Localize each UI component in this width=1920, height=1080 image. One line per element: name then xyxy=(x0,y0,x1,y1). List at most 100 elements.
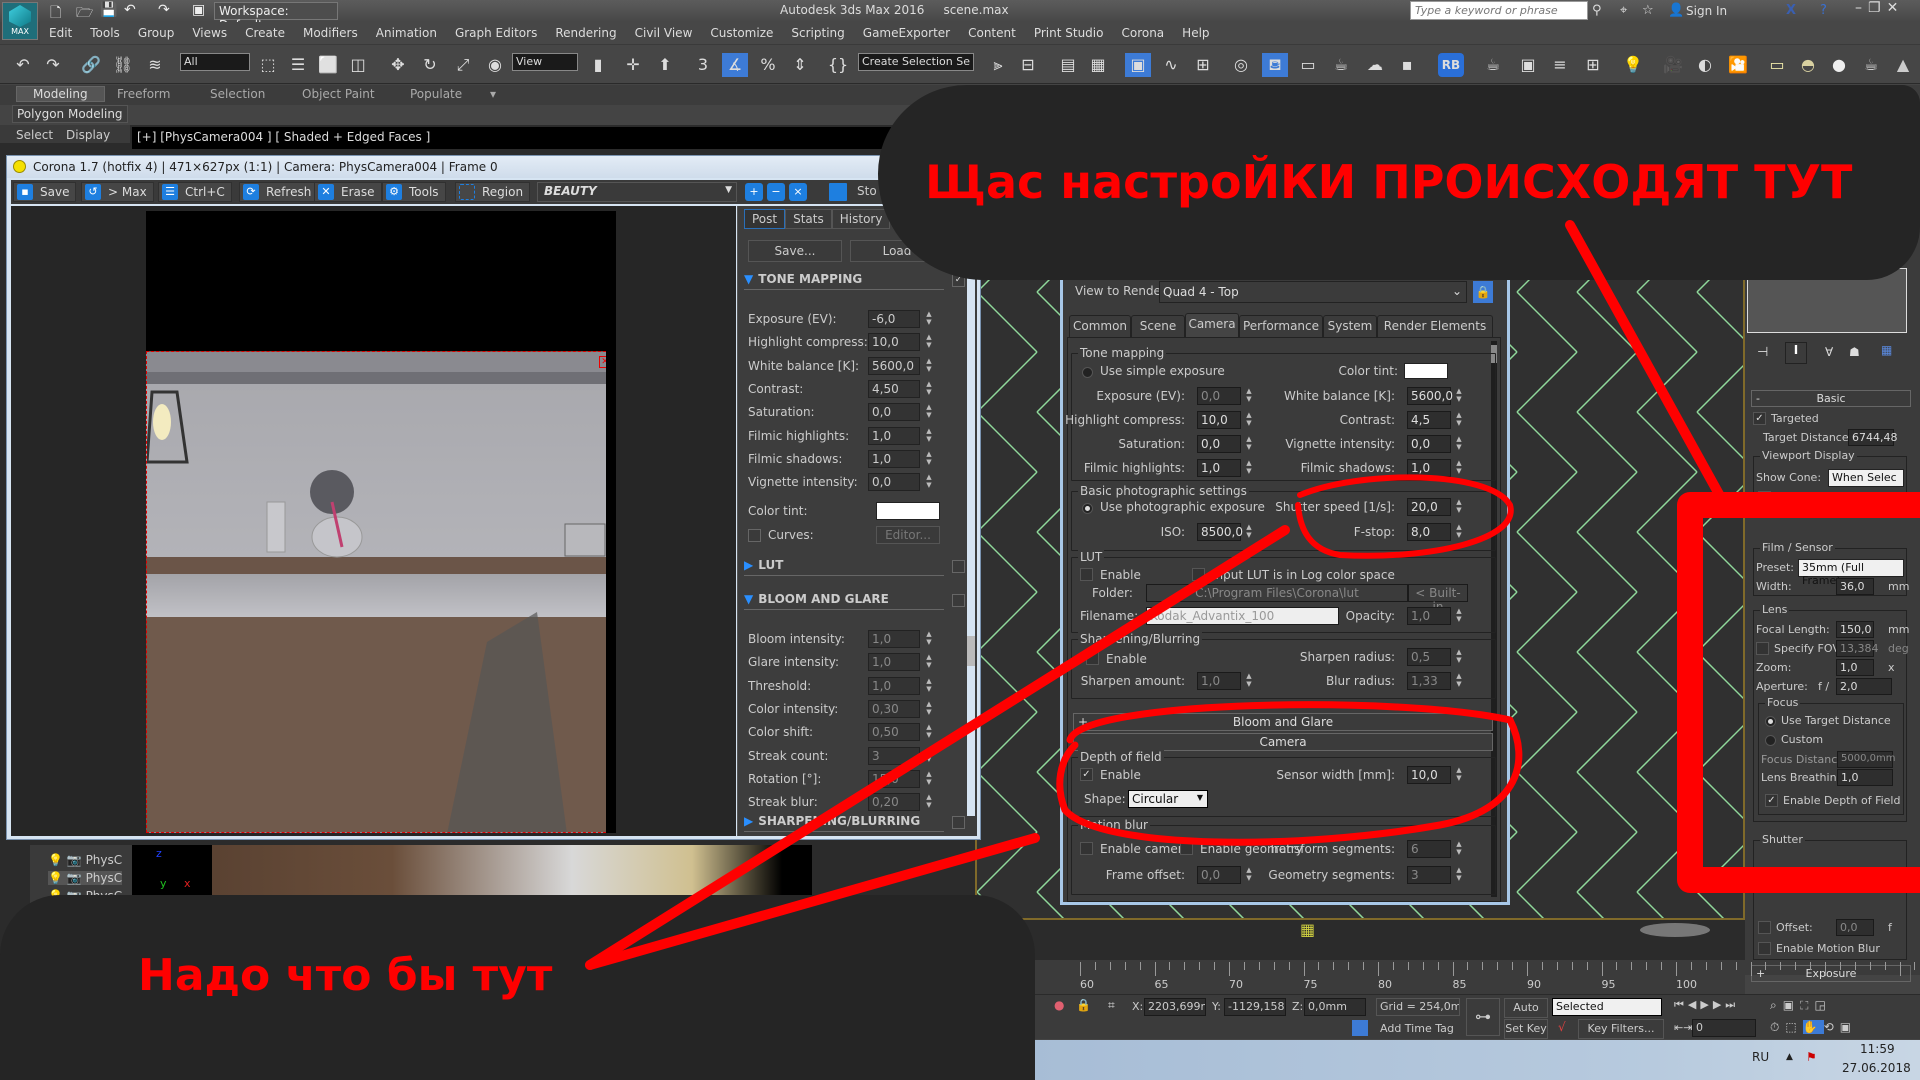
binoculars-icon[interactable]: ⚲ xyxy=(1592,3,1602,18)
bloom-glare-header[interactable]: ▼ BLOOM AND GLARE xyxy=(744,592,944,610)
viewcube-home-icon[interactable] xyxy=(1640,923,1710,937)
app-menu-button[interactable]: MAX xyxy=(2,2,38,40)
spinner-icon[interactable]: ▲ ▼ xyxy=(924,723,934,741)
window-crossing-icon[interactable]: ◫ xyxy=(345,53,371,77)
layer-manager-icon[interactable]: ▤ xyxy=(1055,53,1081,77)
menu-civil-view[interactable]: Civil View xyxy=(626,22,702,44)
vfb-title-bar[interactable]: Corona 1.7 (hotfix 4) | 471×627px (1:1) … xyxy=(7,156,980,178)
vfb-erase-button[interactable]: ✕ Erase xyxy=(314,182,382,202)
material-editor-icon[interactable]: ◎ xyxy=(1228,53,1254,77)
target-distance-input[interactable]: 6744,48 xyxy=(1848,429,1898,446)
align-icon[interactable]: ⊟ xyxy=(1015,53,1041,77)
ribbon-tab-freeform[interactable]: Freeform xyxy=(117,87,170,101)
focus-distance-input[interactable]: 5000,0mm xyxy=(1837,751,1895,768)
z-coordinate-input[interactable]: 0,0mm xyxy=(1304,998,1366,1016)
unlink-icon[interactable]: ⛓ xyxy=(110,53,136,77)
tray-expand-icon[interactable]: ▲ xyxy=(1786,1052,1793,1062)
ribbon-tab-object-paint[interactable]: Object Paint xyxy=(302,87,375,101)
save-file-icon[interactable]: 💾 xyxy=(100,2,117,18)
spinner-icon[interactable]: ▲ ▼ xyxy=(1454,866,1464,884)
frame-offset-input[interactable]: 0,0 xyxy=(1197,866,1241,884)
rs-filmic-highlights-input[interactable]: 1,0 xyxy=(1197,459,1241,477)
setting-input[interactable]: 4,50 xyxy=(868,379,920,398)
isolate-icon[interactable]: ● xyxy=(1054,998,1064,1012)
zoom-fit-icon[interactable]: × xyxy=(789,183,807,201)
make-unique-icon[interactable]: ∀ xyxy=(1825,345,1833,359)
keyboard-shortcut-icon[interactable]: ⬆ xyxy=(652,53,678,77)
setting-input[interactable]: 1,0 xyxy=(868,426,920,445)
scale-icon[interactable]: ⤢ xyxy=(450,53,476,77)
film-preset-dropdown[interactable]: 35mm (Full Frame) xyxy=(1798,559,1904,587)
viewport-nav-controls[interactable]: ⌕▣⛶◲ xyxy=(1770,998,1832,1013)
spinner-icon[interactable]: ▲ ▼ xyxy=(924,450,934,468)
vfb-region-button[interactable]: Region xyxy=(455,182,531,202)
setting-input[interactable]: 0,0 xyxy=(868,473,920,492)
action-center-icon[interactable]: ⚑ xyxy=(1806,1050,1817,1064)
menu-customize[interactable]: Customize xyxy=(701,22,782,44)
spinner-icon[interactable]: ▲ ▼ xyxy=(1454,459,1464,477)
setting-input[interactable]: 5600,0 xyxy=(868,356,920,375)
search-input[interactable]: Type a keyword or phrase xyxy=(1410,1,1588,20)
redo-icon[interactable]: ↷ xyxy=(158,2,170,18)
corona-vfb-icon[interactable]: ▣ xyxy=(1515,53,1541,77)
help-icon[interactable]: ? xyxy=(1820,3,1827,18)
setting-input[interactable]: 10,0 xyxy=(868,333,920,352)
sensor-width-input[interactable]: 10,0 xyxy=(1407,766,1451,784)
camera-rollout[interactable]: Camera xyxy=(1073,733,1493,751)
basic-rollout[interactable]: - Basic xyxy=(1751,390,1911,407)
vfb-tab-history[interactable]: History xyxy=(831,209,891,229)
rs-iso-input[interactable]: 8500,0 xyxy=(1197,523,1243,541)
vfb-copy-button[interactable]: ☰ Ctrl+C xyxy=(158,182,232,202)
spinner-icon[interactable]: ▲ ▼ xyxy=(924,747,934,765)
setting-input[interactable]: 1,0 xyxy=(868,653,920,672)
sharpening-enable-checkbox[interactable] xyxy=(952,816,965,829)
film-width-input[interactable]: 36,0 xyxy=(1836,578,1874,595)
corona-render-icon[interactable]: ☕ xyxy=(1480,53,1506,77)
enable-motion-blur-checkbox[interactable] xyxy=(1758,942,1771,955)
shutter-offset-input[interactable]: 0,0 xyxy=(1836,919,1874,936)
setting-input[interactable]: 0,20 xyxy=(868,793,920,812)
menu-help[interactable]: Help xyxy=(1173,22,1218,44)
pin-stack-icon[interactable]: ⊣ xyxy=(1757,345,1768,360)
spinner-icon[interactable]: ▲ ▼ xyxy=(924,427,934,445)
minimize-button[interactable]: – xyxy=(1855,0,1868,16)
mb-camera-checkbox[interactable] xyxy=(1080,842,1093,855)
lens-breathing-input[interactable]: 1,0 xyxy=(1837,769,1893,786)
tab-scene[interactable]: Scene xyxy=(1131,315,1185,337)
spinner-icon[interactable]: ▲ ▼ xyxy=(924,333,934,351)
curves-checkbox[interactable] xyxy=(748,529,761,542)
close-button[interactable]: ✕ xyxy=(1887,0,1905,16)
scene-item[interactable]: 💡 📷 PhysC xyxy=(48,853,122,867)
spinner-icon[interactable]: ▲ ▼ xyxy=(1454,411,1464,429)
clock-date[interactable]: 27.06.2018 xyxy=(1842,1061,1911,1075)
setting-input[interactable]: 1,0 xyxy=(868,449,920,468)
spinner-icon[interactable]: ▲ ▼ xyxy=(1244,866,1254,884)
lut-log-checkbox[interactable] xyxy=(1192,568,1205,581)
schematic-view-icon[interactable]: ⊞ xyxy=(1190,53,1216,77)
light-lister-icon[interactable]: 💡 xyxy=(1620,53,1646,77)
spinner-icon[interactable]: ▲ ▼ xyxy=(924,630,934,648)
snaps-toggle-icon[interactable]: 3 xyxy=(690,53,716,77)
lut-builtin-button[interactable]: < Built-in xyxy=(1408,584,1468,614)
spinner-icon[interactable]: ▲ ▼ xyxy=(1454,387,1464,405)
sign-in-button[interactable]: Sign In xyxy=(1686,4,1727,18)
spinner-icon[interactable]: ▲ ▼ xyxy=(924,380,934,398)
configure-modifier-sets-icon[interactable]: ▦ xyxy=(1881,343,1892,357)
y-coordinate-input[interactable]: -1129,158r xyxy=(1224,998,1286,1016)
enable-dof-checkbox[interactable]: ✓ xyxy=(1765,794,1778,807)
key-mode-toggle-icon[interactable]: ⇤⇥ xyxy=(1674,1021,1692,1034)
remove-modifier-icon[interactable]: ☗ xyxy=(1849,345,1860,359)
language-indicator[interactable]: RU xyxy=(1752,1050,1769,1064)
camera-icon[interactable]: 🎥 xyxy=(1660,53,1686,77)
zoom-in-icon[interactable]: + xyxy=(745,183,763,201)
vfb-to-max-button[interactable]: ↺ > Max xyxy=(81,182,154,202)
reference-coord-dropdown[interactable]: View xyxy=(512,53,578,71)
curve-editor-icon[interactable]: ∿ xyxy=(1158,53,1184,77)
ribbon-tab-populate[interactable]: Populate xyxy=(410,87,462,101)
set-key-button[interactable]: Set Key xyxy=(1504,1019,1548,1039)
bloom-enable-checkbox[interactable] xyxy=(952,594,965,607)
lut-filename-dropdown[interactable]: Kodak_Advantix_100 xyxy=(1146,607,1339,625)
corona-settings-icon[interactable]: ≡ xyxy=(1547,53,1573,77)
polygon-modeling-panel[interactable]: Polygon Modeling xyxy=(12,105,128,123)
transform-segments-input[interactable]: 6 xyxy=(1407,840,1451,858)
